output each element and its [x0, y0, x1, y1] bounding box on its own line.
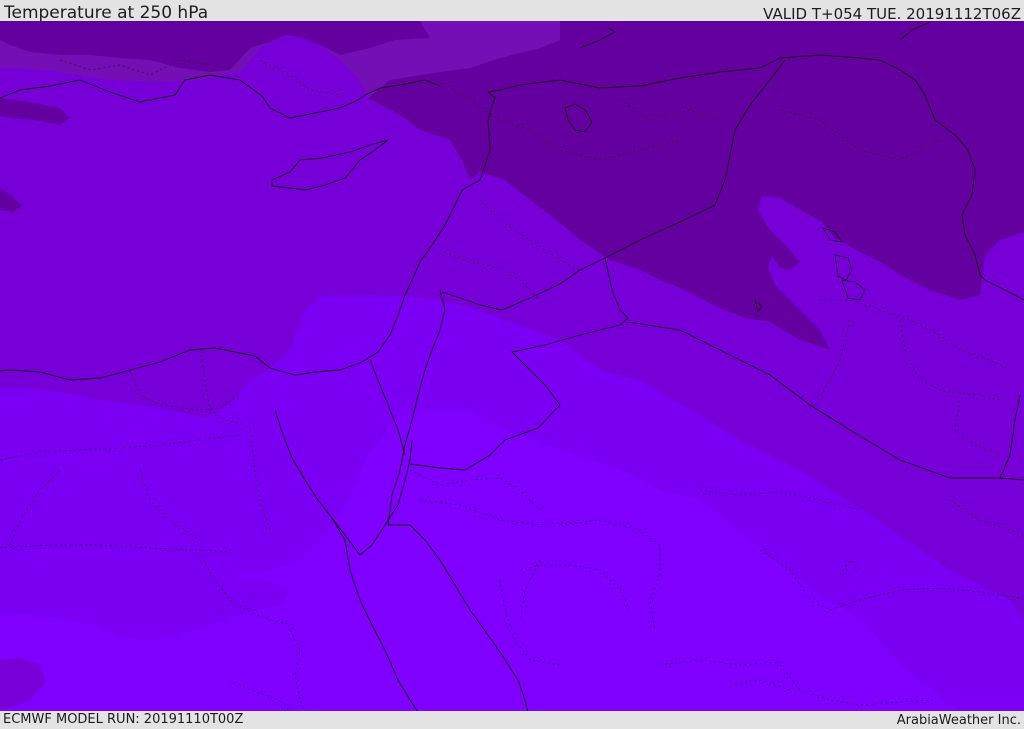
- weather-map[interactable]: [0, 21, 1024, 711]
- credit-label: ArabiaWeather Inc.: [896, 713, 1021, 728]
- model-run-label: ECMWF MODEL RUN: 20191110T00Z: [3, 712, 244, 727]
- footer-bar: ECMWF MODEL RUN: 20191110T00Z ArabiaWeat…: [0, 711, 1024, 729]
- map-canvas: [0, 21, 1024, 711]
- map-title: Temperature at 250 hPa: [4, 3, 209, 23]
- header-bar: Temperature at 250 hPa VALID T+054 TUE. …: [0, 0, 1024, 23]
